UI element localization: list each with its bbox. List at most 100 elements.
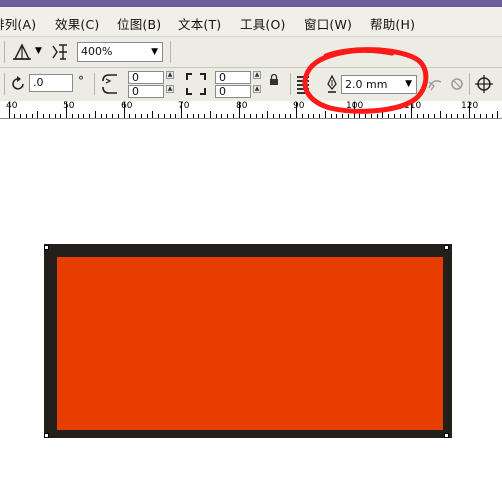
zoom-level-select[interactable]: 400% ▼: [77, 42, 163, 62]
ruler-tick: [474, 114, 476, 118]
ruler-tick: [66, 102, 67, 118]
ruler-tick: [112, 114, 113, 118]
corner-top-right-input[interactable]: 0: [215, 71, 251, 84]
selection-handle[interactable]: [444, 433, 449, 438]
ruler-tick: [135, 114, 136, 118]
ruler-tick: [261, 114, 263, 118]
ruler-tick: [278, 114, 280, 118]
convert-outline-icon[interactable]: [449, 76, 465, 92]
ruler-tick: [485, 114, 487, 118]
menu-text[interactable]: 文本(T): [178, 14, 221, 33]
ruler-tick: [77, 114, 79, 118]
ruler-tick: [129, 114, 131, 118]
selection-handle[interactable]: [444, 245, 449, 250]
toolbar-separator: [94, 73, 95, 95]
menu-effects[interactable]: 效果(C): [55, 14, 99, 33]
menu-bitmaps[interactable]: 位图(B): [117, 14, 161, 33]
annotation-circle: [302, 47, 429, 114]
corner-bottom-left-input[interactable]: 0: [128, 85, 164, 98]
rotate-icon: [12, 76, 24, 90]
zoom-level-value: 400%: [81, 45, 113, 58]
menu-window[interactable]: 窗口(W): [304, 14, 352, 33]
lock-icon[interactable]: [268, 74, 280, 86]
rectangle-fill[interactable]: [57, 257, 443, 430]
ruler-tick: [43, 114, 44, 118]
ruler-tick: [468, 102, 470, 118]
ruler-tick: [232, 114, 234, 118]
selection-handle[interactable]: [44, 433, 49, 438]
menu-bar: 排列(A) 效果(C) 位图(B) 文本(T) 工具(O) 窗口(W) 帮助(H…: [0, 7, 502, 37]
ruler-tick: [209, 111, 211, 118]
round-corners-icon[interactable]: [100, 72, 120, 96]
ruler-tick: [273, 114, 274, 118]
corner-value: 0: [219, 71, 226, 84]
ruler-tick: [497, 111, 499, 118]
ruler-tick: [48, 114, 50, 118]
symmetric-icon[interactable]: [50, 42, 70, 62]
ruler-tick: [204, 114, 205, 118]
toolbar-separator: [170, 41, 171, 63]
ruler-tick: [181, 102, 182, 118]
menu-tools[interactable]: 工具(O): [240, 14, 286, 33]
toolbar-separator: [4, 41, 5, 63]
rotation-angle-value: .0: [33, 76, 44, 89]
ruler-tick: [60, 114, 62, 118]
corner-bottom-right-stepper[interactable]: ▲: [253, 85, 261, 102]
ruler-tick: [37, 111, 39, 118]
ruler-tick: [25, 114, 27, 118]
ruler-tick: [244, 114, 246, 118]
ruler-tick: [284, 114, 286, 118]
align-icon[interactable]: [11, 43, 33, 61]
ruler-tick: [163, 114, 165, 118]
ruler-tick: [238, 102, 240, 118]
ruler-tick: [227, 114, 228, 118]
degree-symbol: °: [78, 74, 84, 88]
ruler-tick: [83, 114, 85, 118]
corner-value: 0: [132, 85, 139, 98]
ruler-tick: [462, 114, 464, 118]
menu-arrange[interactable]: 排列(A): [0, 14, 36, 33]
ruler-tick: [140, 114, 142, 118]
menu-help[interactable]: 帮助(H): [370, 14, 415, 33]
corner-value: 0: [219, 85, 226, 98]
ruler-tick: [14, 114, 16, 118]
ruler-tick: [434, 114, 435, 118]
target-icon[interactable]: [475, 75, 493, 93]
ruler-tick: [71, 114, 73, 118]
chevron-down-icon[interactable]: ▼: [35, 46, 42, 56]
selection-handle[interactable]: [44, 245, 49, 250]
corner-bottom-right-input[interactable]: 0: [215, 85, 251, 98]
ruler-tick: [146, 114, 148, 118]
ruler-tick: [54, 114, 56, 118]
ruler-tick: [117, 114, 119, 118]
toolbar-separator: [469, 73, 470, 95]
ruler-tick: [290, 114, 292, 118]
ruler-tick: [457, 114, 458, 118]
rotation-angle-input[interactable]: .0: [29, 74, 73, 92]
ruler-label: 50: [63, 101, 75, 111]
ruler-tick: [250, 114, 251, 118]
ruler-tick: [267, 111, 269, 118]
chevron-down-icon[interactable]: ▼: [151, 43, 158, 61]
ruler-tick: [152, 111, 154, 118]
ruler-tick: [186, 114, 188, 118]
corner-bottom-left-stepper[interactable]: ▲: [166, 85, 174, 102]
title-bar-strip: [0, 0, 502, 7]
ruler-tick: [451, 114, 453, 118]
ruler-tick: [439, 111, 441, 118]
ruler-tick: [94, 111, 96, 118]
ruler-tick: [215, 114, 217, 118]
ruler-tick: [221, 114, 223, 118]
corner-top-left-input[interactable]: 0: [128, 71, 164, 84]
ruler-tick: [100, 114, 102, 118]
ruler-label: 120: [461, 101, 479, 111]
ruler-tick: [255, 114, 257, 118]
ruler-tick: [158, 114, 159, 118]
ruler-tick: [8, 102, 10, 118]
ruler-tick: [169, 114, 171, 118]
toolbar-separator: [290, 73, 291, 95]
ruler-tick: [198, 114, 200, 118]
ruler-tick: [123, 102, 125, 118]
ruler-tick: [89, 114, 90, 118]
toolbar-separator: [4, 73, 5, 95]
